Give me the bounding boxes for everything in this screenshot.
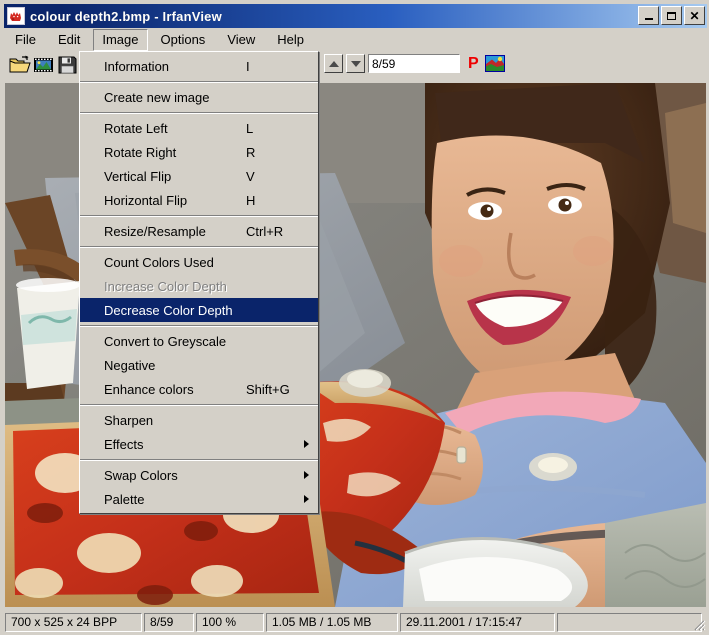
window-title: colour depth2.bmp - IrfanView [30,8,222,24]
shortcut-label: R [246,144,256,160]
close-button[interactable]: ✕ [684,6,705,25]
toolbar-nav-group: 8/59 P [324,54,505,73]
menu-separator [80,401,318,408]
irfanview-window: colour depth2.bmp - IrfanView ✕ File Edi… [0,0,709,635]
menu-bar: File Edit Image Options View Help [4,28,707,52]
shortcut-label: Ctrl+R [246,223,284,239]
title-bar[interactable]: colour depth2.bmp - IrfanView ✕ [4,4,707,28]
thumbnails-filmstrip-icon[interactable] [32,54,55,76]
menu-item-horizontal-flip[interactable]: Horizontal Flip H [80,188,318,212]
menu-item-palette[interactable]: Palette [80,487,318,511]
resize-grip-icon[interactable] [692,618,706,632]
open-folder-icon[interactable] [8,54,31,76]
status-bar: 700 x 525 x 24 BPP 8/59 100 % 1.05 MB / … [4,610,707,633]
menu-help[interactable]: Help [268,29,313,51]
next-image-button[interactable] [346,54,365,73]
menu-edit[interactable]: Edit [49,29,89,51]
menu-item-increase-color-depth: Increase Color Depth [104,278,227,294]
menu-file[interactable]: File [6,29,45,51]
irfanview-cat-icon [7,7,25,25]
menu-separator [80,78,318,85]
paint-picture-icon[interactable] [484,55,505,72]
menu-separator [80,212,318,219]
menu-item-enhance-colors[interactable]: Enhance colors Shift+G [80,377,318,401]
menu-item-rotate-left[interactable]: Rotate Left L [80,116,318,140]
menu-item-rotate-right[interactable]: Rotate Right R [80,140,318,164]
menu-separator [80,456,318,463]
menu-item-negative[interactable]: Negative [80,353,318,377]
maximize-button[interactable] [661,6,682,25]
status-zoom: 100 % [196,612,264,632]
page-index-input[interactable]: 8/59 [368,54,460,73]
menu-item-effects[interactable]: Effects [80,432,318,456]
submenu-arrow-icon [304,495,309,503]
previous-image-button[interactable] [324,54,343,73]
menu-item-information[interactable]: Information I [80,54,318,78]
submenu-arrow-icon [304,440,309,448]
status-datetime: 29.11.2001 / 17:15:47 [400,612,555,632]
maximize-icon [667,11,676,20]
arrow-up-icon [328,60,339,67]
minimize-button[interactable] [638,6,659,25]
shortcut-label: H [246,192,256,208]
menu-item-resize-resample[interactable]: Resize/Resample Ctrl+R [80,219,318,243]
image-menu-dropdown: Information I Create new image Rotate Le… [79,51,319,514]
status-filesize: 1.05 MB / 1.05 MB [266,612,398,632]
window-controls: ✕ [638,6,705,25]
menu-item-sharpen[interactable]: Sharpen [80,408,318,432]
menu-separator [80,109,318,116]
menu-separator [80,322,318,329]
minimize-icon [644,18,653,20]
menu-item-create-new-image[interactable]: Create new image [80,85,318,109]
menu-options[interactable]: Options [152,29,215,51]
menu-item-decrease-color-depth[interactable]: Decrease Color Depth [80,298,318,322]
submenu-arrow-icon [304,471,309,479]
menu-item-count-colors-used[interactable]: Count Colors Used [80,250,318,274]
menu-separator [80,243,318,250]
status-empty [557,612,702,632]
menu-view[interactable]: View [218,29,264,51]
menu-image[interactable]: Image [93,28,148,51]
print-p-label[interactable]: P [468,54,479,73]
toolbar-left-group [8,54,80,76]
shortcut-label: V [246,168,255,184]
save-disk-icon[interactable] [56,54,79,76]
menu-item-vertical-flip[interactable]: Vertical Flip V [80,164,318,188]
close-icon: ✕ [689,8,700,23]
menu-item-convert-to-greyscale[interactable]: Convert to Greyscale [80,329,318,353]
shortcut-label: I [246,58,250,74]
menu-item-swap-colors[interactable]: Swap Colors [80,463,318,487]
shortcut-label: L [246,120,254,136]
status-dimensions: 700 x 525 x 24 BPP [5,612,142,632]
shortcut-label: Shift+G [246,381,290,397]
status-page: 8/59 [144,612,194,632]
arrow-down-icon [350,60,361,67]
